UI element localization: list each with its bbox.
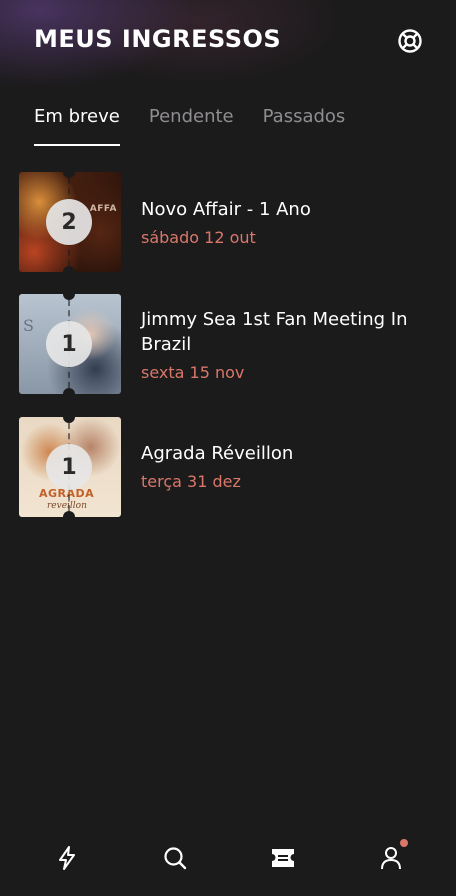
ticket-quantity-badge: 1 (46, 321, 92, 367)
notification-dot (400, 839, 408, 847)
ticket-thumbnail[interactable]: AFFA 2 (19, 172, 121, 272)
lightning-icon (59, 846, 75, 870)
ticket-quantity-badge: 2 (46, 199, 92, 245)
nav-tickets-button[interactable] (267, 842, 299, 874)
event-art-text: AFFA (89, 204, 117, 214)
page-title: MEUS INGRESSOS (34, 25, 282, 53)
help-button[interactable] (396, 27, 424, 55)
search-icon (164, 847, 187, 870)
event-name[interactable]: Novo Affair - 1 Ano (141, 197, 431, 222)
ticket-thumbnail[interactable]: S 1 (19, 294, 121, 394)
ticket-thumbnail[interactable]: AGRADA reveillon 1 (19, 417, 121, 517)
event-date: sábado 12 out (141, 228, 256, 247)
nav-discover-button[interactable] (51, 842, 83, 874)
ticket-notch (63, 294, 75, 300)
tab-bar: Em breve Pendente Passados (34, 106, 374, 150)
header-glow (0, 0, 456, 120)
my-tickets-screen: MEUS INGRESSOS Em breve Pendente Passado… (0, 0, 456, 896)
lifebuoy-icon (398, 29, 422, 53)
bottom-nav (0, 830, 456, 896)
ticket-quantity-badge: 1 (46, 444, 92, 490)
ticket-notch (63, 511, 75, 517)
event-date: sexta 15 nov (141, 363, 245, 382)
nav-search-button[interactable] (159, 842, 191, 874)
event-art-subtext: reveillon (47, 501, 87, 511)
ticket-icon (272, 849, 294, 867)
tab-passados[interactable]: Passados (263, 106, 346, 146)
event-name[interactable]: Jimmy Sea 1st Fan Meeting In Brazil (141, 307, 431, 357)
event-name[interactable]: Agrada Réveillon (141, 441, 431, 466)
ticket-notch (63, 388, 75, 394)
tab-em-breve[interactable]: Em breve (34, 106, 120, 146)
tab-pendente[interactable]: Pendente (149, 106, 234, 146)
event-date: terça 31 dez (141, 472, 241, 491)
ticket-notch (63, 172, 75, 178)
ticket-notch (63, 417, 75, 423)
ticket-notch (63, 266, 75, 272)
event-art-text: S (23, 316, 34, 335)
nav-profile-button[interactable] (375, 839, 408, 874)
user-icon (381, 847, 401, 870)
